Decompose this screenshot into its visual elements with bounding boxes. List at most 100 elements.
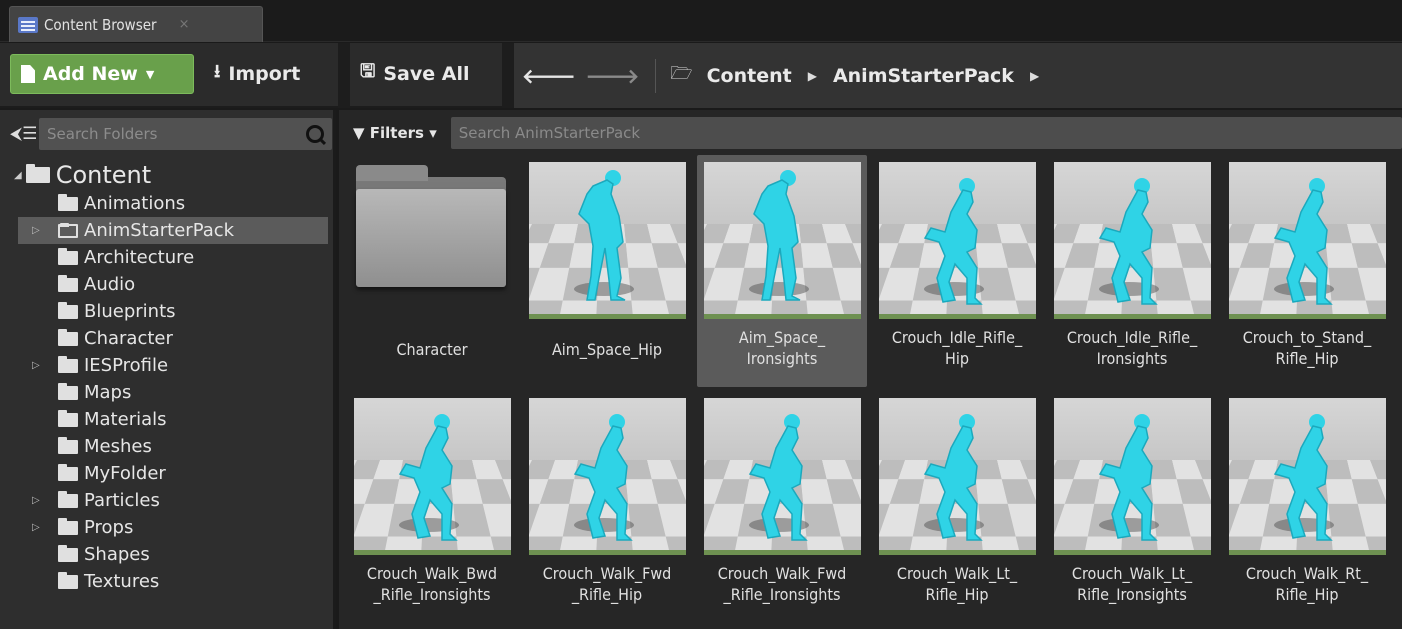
- asset-view: ▼ Filters ▾ Character Aim_Space_Hip Aim_Sp…: [339, 110, 1402, 629]
- tree-folder-label: MyFolder: [84, 463, 166, 484]
- tree-folder-item[interactable]: Audio: [0, 271, 333, 298]
- expand-triangle-icon[interactable]: ▷: [32, 495, 40, 506]
- breadcrumb-animstarterpack[interactable]: AnimStarterPack: [833, 65, 1014, 87]
- tree-folder-item[interactable]: Architecture: [0, 244, 333, 271]
- save-icon: 🖫: [360, 61, 376, 82]
- tree-items: Animations ▷ AnimStarterPack Architecture Au…: [0, 190, 333, 595]
- breadcrumb-arrow-icon[interactable]: ▶: [1030, 69, 1039, 83]
- asset-label: Aim_Space_ Ironsights: [738, 328, 826, 368]
- tree-folder-label: Character: [84, 328, 173, 349]
- import-button[interactable]: ⭳ Import: [214, 54, 300, 94]
- asset-search-box[interactable]: [450, 117, 1402, 149]
- tree-folder-label: Shapes: [84, 544, 150, 565]
- animation-thumbnail: [704, 398, 861, 555]
- asset-label: Crouch_Walk_Lt_ Rifle_Hip: [896, 564, 1018, 604]
- path-navigation: 🡐 🡒 🗁 Content ▶ AnimStarterPack ▶: [514, 43, 1402, 108]
- asset-label: Crouch_Walk_Fwd _Rifle_Ironsights: [717, 564, 847, 604]
- toolbar: Add New ▼ ⭳ Import 🖫 Save All 🡐 🡒 🗁 Cont…: [0, 43, 1402, 108]
- asset-label: Crouch_Idle_Rifle_ Ironsights: [1066, 328, 1198, 368]
- back-arrow-icon[interactable]: 🡐: [522, 64, 576, 88]
- asset-tile[interactable]: Crouch_Walk_Lt_ Rifle_Ironsights: [1047, 391, 1217, 623]
- tree-folder-item[interactable]: Character: [0, 325, 333, 352]
- folder-icon: [58, 382, 78, 400]
- asset-tile[interactable]: Crouch_Walk_Rt_ Rifle_Hip: [1222, 391, 1392, 623]
- tree-folder-item[interactable]: Textures: [0, 568, 333, 595]
- tree-folder-label: IESProfile: [84, 355, 169, 376]
- asset-tile[interactable]: Crouch_to_Stand_ Rifle_Hip: [1222, 155, 1392, 387]
- asset-label: Character: [396, 340, 468, 359]
- asset-tile[interactable]: Crouch_Walk_Lt_ Rifle_Hip: [872, 391, 1042, 623]
- search-folders-input[interactable]: [47, 125, 267, 143]
- asset-tile[interactable]: Aim_Space_ Ironsights: [697, 155, 867, 387]
- tree-folder-item[interactable]: ▷ Particles: [0, 487, 333, 514]
- expand-triangle-icon[interactable]: ▷: [32, 225, 40, 236]
- tree-folder-label: Maps: [84, 382, 132, 403]
- asset-tile[interactable]: Crouch_Idle_Rifle_ Ironsights: [1047, 155, 1217, 387]
- animation-thumbnail: [1054, 162, 1211, 319]
- animation-thumbnail: [704, 162, 861, 319]
- mannequin-figure: [1098, 414, 1158, 541]
- folder-icon: [58, 301, 78, 319]
- asset-label: Crouch_Idle_Rifle_ Hip: [891, 328, 1023, 368]
- asset-tile[interactable]: Crouch_Walk_Fwd _Rifle_Hip: [522, 391, 692, 623]
- folder-tree: ◢ Content Animations ▷ AnimStarterPack Arch…: [0, 160, 333, 595]
- tree-folder-item[interactable]: Shapes: [0, 541, 333, 568]
- folder-icon: [58, 274, 78, 292]
- filters-button[interactable]: ▼ Filters ▾: [353, 124, 437, 142]
- save-all-button[interactable]: 🖫 Save All: [360, 54, 469, 94]
- tree-folder-item[interactable]: Meshes: [0, 433, 333, 460]
- mannequin-figure: [1273, 178, 1333, 305]
- expand-triangle-icon[interactable]: ▷: [32, 522, 40, 533]
- folder-icon: [58, 355, 78, 373]
- expand-triangle-icon[interactable]: ▷: [32, 360, 40, 371]
- new-document-icon: [21, 65, 35, 83]
- mannequin-figure: [398, 414, 458, 541]
- tab-label: Content Browser: [44, 15, 157, 34]
- save-all-label: Save All: [383, 63, 470, 85]
- search-icon[interactable]: [306, 125, 324, 143]
- asset-label: Crouch_to_Stand_ Rifle_Hip: [1242, 328, 1372, 368]
- asset-tile[interactable]: Crouch_Walk_Bwd _Rifle_Ironsights: [347, 391, 517, 623]
- mannequin-figure: [573, 414, 633, 541]
- folder-icon: [25, 164, 50, 183]
- import-icon: ⭳: [214, 61, 221, 82]
- nav-divider: [655, 58, 657, 93]
- forward-arrow-icon[interactable]: 🡒: [586, 64, 640, 88]
- tree-folder-item[interactable]: MyFolder: [0, 460, 333, 487]
- folder-icon: [58, 544, 78, 562]
- tree-folder-label: Props: [84, 517, 134, 538]
- chevron-down-icon: ▼: [145, 67, 155, 81]
- collapse-triangle-icon[interactable]: ◢: [14, 170, 22, 181]
- folder-tile[interactable]: Character: [347, 155, 517, 387]
- tree-folder-label: Meshes: [84, 436, 152, 457]
- tree-folder-label: Architecture: [84, 247, 195, 268]
- tree-folder-item[interactable]: ▷ AnimStarterPack: [18, 217, 328, 244]
- asset-tile[interactable]: Aim_Space_Hip: [522, 155, 692, 387]
- add-new-button[interactable]: Add New ▼: [10, 54, 194, 94]
- folder-icon: [58, 247, 78, 265]
- close-icon[interactable]: ×: [179, 17, 190, 32]
- asset-label: Crouch_Walk_Fwd _Rifle_Hip: [542, 564, 672, 604]
- tree-folder-item[interactable]: ▷ Props: [0, 514, 333, 541]
- tab-content-browser[interactable]: Content Browser ×: [9, 6, 263, 42]
- tree-root-content[interactable]: ◢ Content: [0, 160, 333, 190]
- animation-thumbnail: [1054, 398, 1211, 555]
- breadcrumb-arrow-icon[interactable]: ▶: [808, 69, 817, 83]
- tree-folder-item[interactable]: ▷ IESProfile: [0, 352, 333, 379]
- filter-bar: ▼ Filters ▾: [339, 117, 1402, 149]
- tree-folder-item[interactable]: Animations: [0, 190, 333, 217]
- folder-icon: [58, 328, 78, 346]
- tree-folder-item[interactable]: Maps: [0, 379, 333, 406]
- animation-thumbnail: [879, 162, 1036, 319]
- search-assets-input[interactable]: [458, 124, 859, 142]
- asset-tile[interactable]: Crouch_Idle_Rifle_ Hip: [872, 155, 1042, 387]
- tree-toggle-icon[interactable]: ⮜☰: [10, 124, 37, 144]
- breadcrumb-content[interactable]: Content: [707, 65, 792, 87]
- animation-thumbnail: [354, 398, 511, 555]
- tree-folder-item[interactable]: Blueprints: [0, 298, 333, 325]
- folder-icon: [58, 193, 78, 211]
- asset-tile[interactable]: Crouch_Walk_Fwd _Rifle_Ironsights: [697, 391, 867, 623]
- folder-icon: [58, 463, 78, 481]
- search-folders-box[interactable]: [39, 118, 332, 150]
- tree-folder-item[interactable]: Materials: [0, 406, 333, 433]
